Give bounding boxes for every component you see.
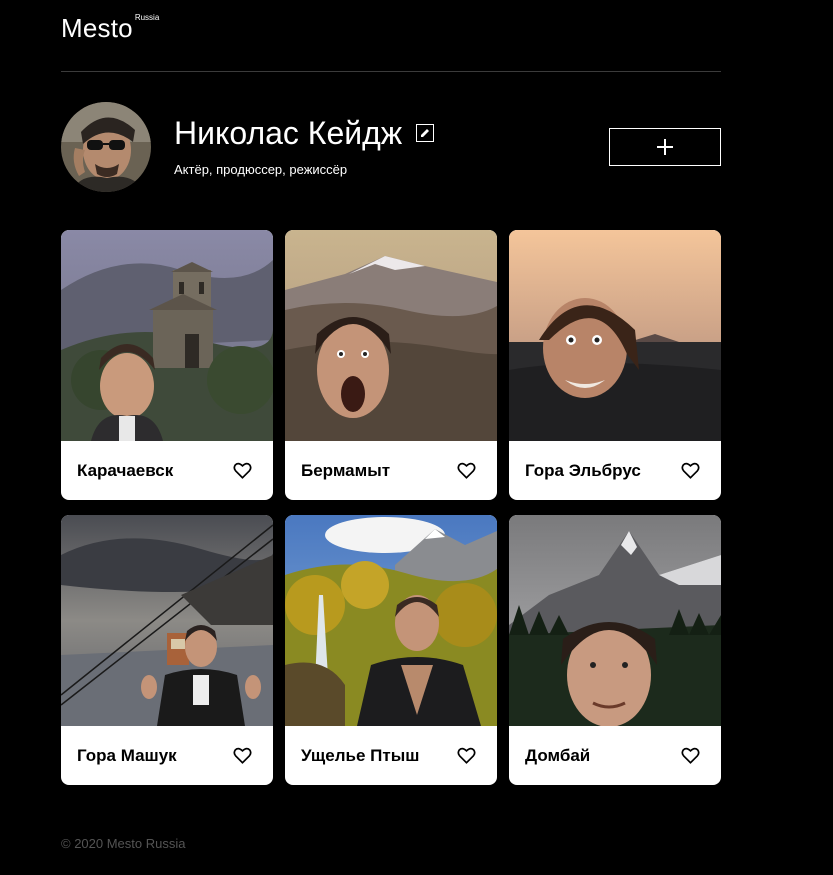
- place-card: Гора Машук: [61, 515, 273, 785]
- profile-name: Николас Кейдж: [174, 115, 403, 151]
- plus-icon: [657, 139, 673, 155]
- card-footer: Гора Машук: [61, 726, 273, 785]
- logo: Mesto Russia: [61, 13, 160, 43]
- heart-icon[interactable]: [233, 747, 252, 764]
- heart-icon[interactable]: [233, 462, 252, 479]
- place-card: Карачаевск: [61, 230, 273, 500]
- card-title: Бермамыт: [301, 460, 391, 480]
- card-image[interactable]: [285, 515, 497, 726]
- card-image[interactable]: [509, 515, 721, 726]
- logo-text: Mesto: [61, 13, 133, 43]
- copyright-text: © 2020 Mesto Russia: [61, 836, 186, 851]
- page-header: Mesto Russia: [61, 0, 721, 72]
- card-image[interactable]: [61, 515, 273, 726]
- card-image[interactable]: [61, 230, 273, 441]
- edit-profile-button[interactable]: [416, 124, 435, 142]
- card-footer: Бермамыт: [285, 441, 497, 500]
- profile-section: Николас Кейдж Актёр, продюссер, режиссёр: [61, 102, 721, 192]
- card-footer: Домбай: [509, 726, 721, 785]
- card-title: Ущелье Птыш: [301, 745, 420, 765]
- card-title: Карачаевск: [77, 460, 174, 480]
- profile-name-row: Николас Кейдж: [174, 114, 435, 152]
- add-card-button[interactable]: [609, 128, 721, 166]
- card-title: Гора Эльбрус: [525, 460, 641, 480]
- card-footer: Карачаевск: [61, 441, 273, 500]
- card-image[interactable]: [285, 230, 497, 441]
- card-title: Домбай: [525, 745, 591, 765]
- card-image[interactable]: [509, 230, 721, 441]
- card-footer: Ущелье Птыш: [285, 726, 497, 785]
- avatar[interactable]: [61, 102, 151, 192]
- heart-icon[interactable]: [681, 462, 700, 479]
- page-footer: © 2020 Mesto Russia: [61, 836, 185, 852]
- logo-superscript: Russia: [134, 13, 160, 22]
- heart-icon[interactable]: [457, 747, 476, 764]
- pencil-icon: [421, 129, 430, 137]
- place-card: Ущелье Птыш: [285, 515, 497, 785]
- place-card: Гора Эльбрус: [509, 230, 721, 500]
- place-card: Бермамыт: [285, 230, 497, 500]
- heart-icon[interactable]: [457, 462, 476, 479]
- card-title: Гора Машук: [77, 745, 177, 765]
- heart-icon[interactable]: [681, 747, 700, 764]
- card-footer: Гора Эльбрус: [509, 441, 721, 500]
- profile-info: Николас Кейдж Актёр, продюссер, режиссёр: [174, 114, 435, 178]
- profile-about: Актёр, продюссер, режиссёр: [174, 162, 348, 177]
- place-card: Домбай: [509, 515, 721, 785]
- cards-grid: Карачаевск Бермамыт Гора Эльбрус Гора Ма…: [61, 230, 721, 785]
- avatar-image: [61, 102, 151, 192]
